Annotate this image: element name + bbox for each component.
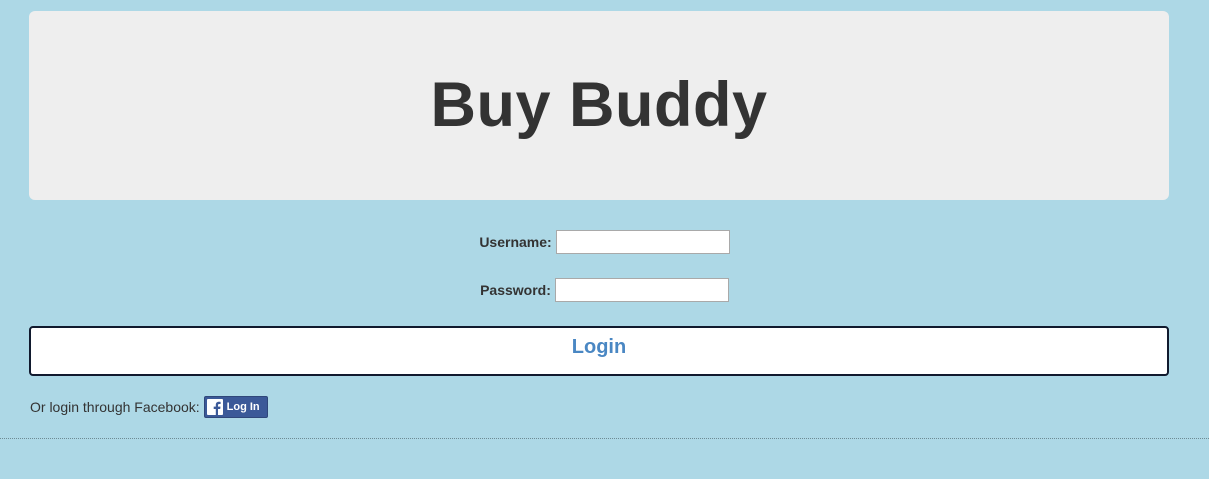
password-row: Password: [0,278,1209,302]
facebook-login-button-label: Log In [226,401,260,413]
header-banner: Buy Buddy [29,11,1169,200]
username-input[interactable] [555,230,730,254]
password-input[interactable] [554,278,729,302]
facebook-login-button[interactable]: Log In [203,396,268,418]
login-button[interactable]: Login [29,326,1169,376]
facebook-f-icon [206,399,223,415]
page-title: Buy Buddy [430,70,768,140]
footer-divider [0,438,1209,439]
username-row: Username: [0,230,1209,254]
login-button-label: Login [571,336,627,358]
facebook-login-row: Or login through Facebook: Log In [30,396,268,418]
password-label: Password: [480,282,551,298]
username-label: Username: [479,234,552,250]
facebook-login-prompt: Or login through Facebook: [30,399,200,415]
